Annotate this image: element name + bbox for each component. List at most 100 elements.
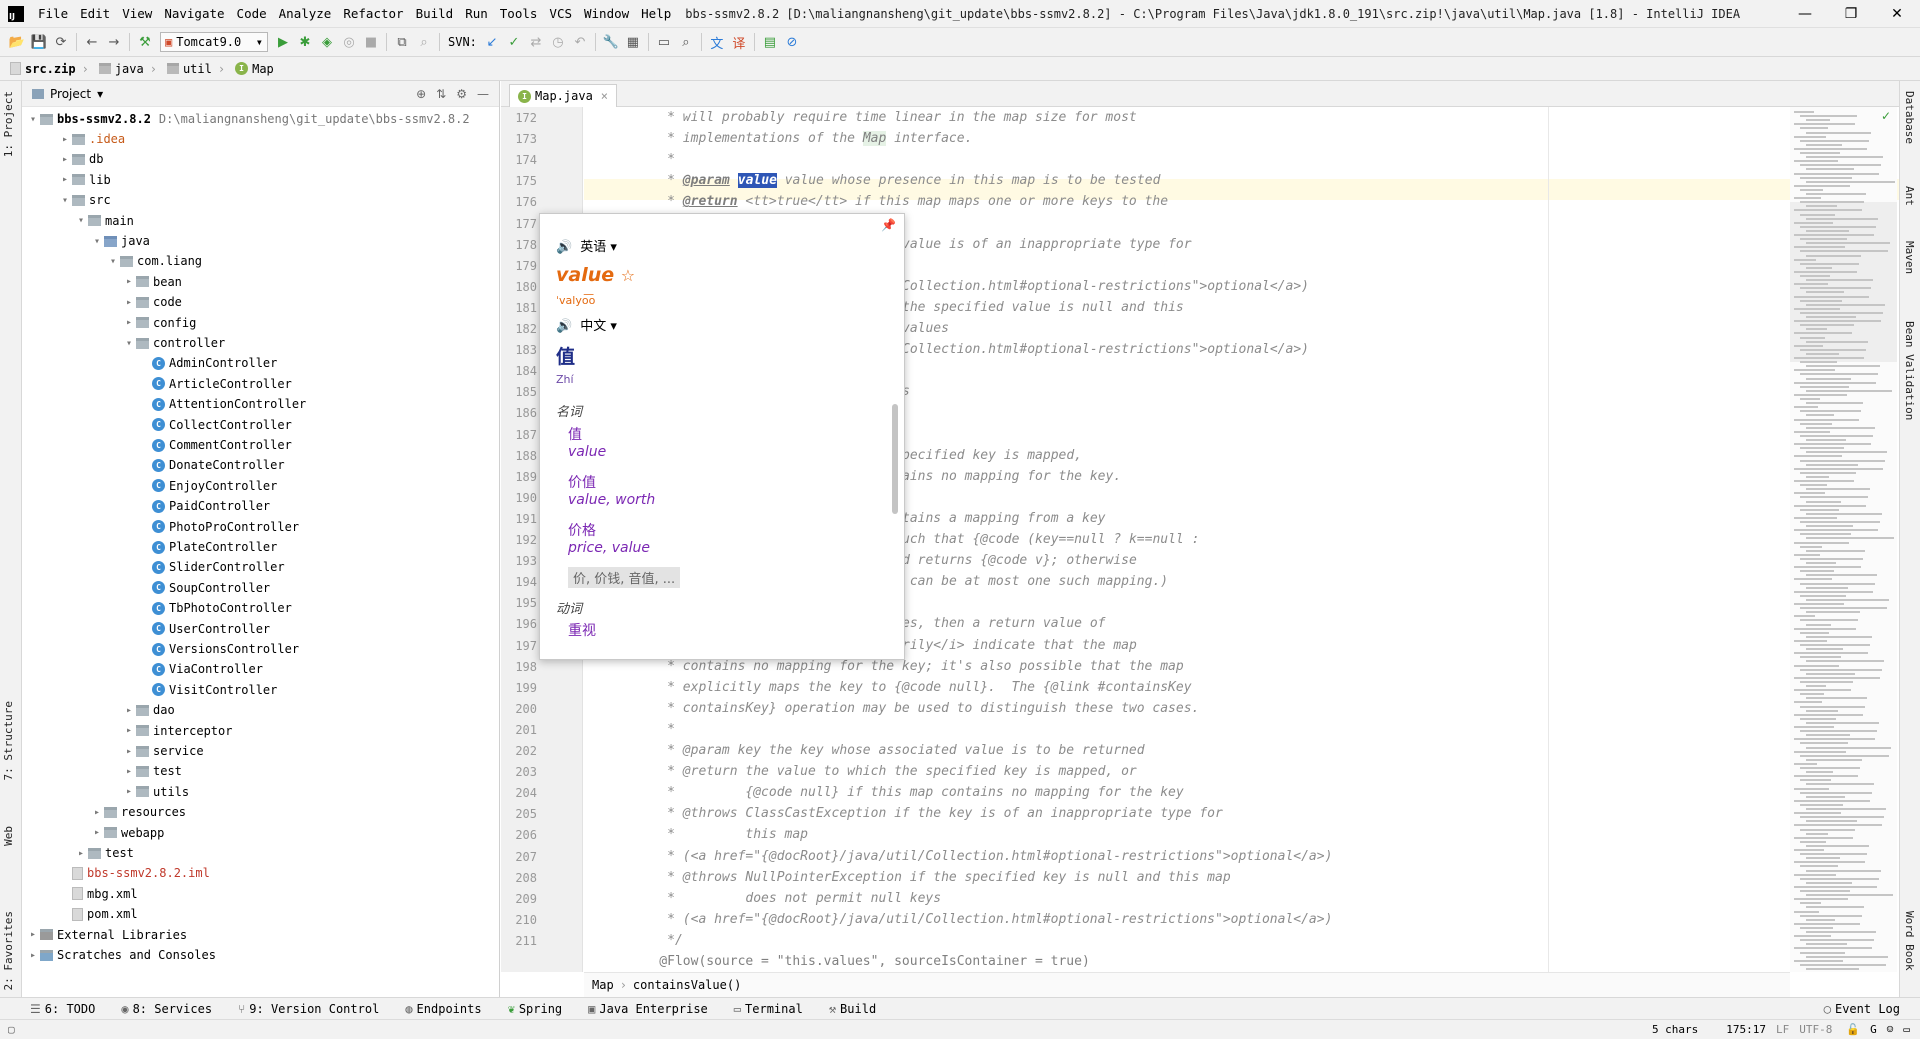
pin-icon[interactable]: 📌: [881, 218, 896, 232]
tree-class-item[interactable]: C UserController: [138, 619, 270, 639]
forward-icon[interactable]: →: [103, 31, 125, 53]
endpoints-tool-button[interactable]: ◍ Endpoints: [405, 1002, 481, 1016]
chevron-down-icon[interactable]: ▾: [74, 215, 88, 226]
chevron-right-icon[interactable]: ▸: [122, 786, 136, 797]
menu-tools[interactable]: Tools: [494, 6, 544, 21]
maven-tool-tab[interactable]: Maven: [1903, 241, 1916, 274]
chevron-right-icon[interactable]: ▸: [58, 134, 72, 145]
save-icon[interactable]: 💾: [28, 31, 50, 53]
tree-folder-item[interactable]: ▾ main: [74, 211, 134, 231]
chevron-right-icon[interactable]: ▸: [122, 766, 136, 777]
version-control-tool-button[interactable]: ⑂ 9: Version Control: [238, 1002, 379, 1016]
sense-zh-2[interactable]: 价值: [568, 472, 596, 492]
tree-file-item[interactable]: pom.xml: [58, 904, 138, 924]
speaker-icon[interactable]: 🔊: [556, 240, 572, 255]
translation-engine-icon[interactable]: G: [1870, 1023, 1877, 1036]
tree-class-item[interactable]: C PhotoProController: [138, 517, 299, 537]
tree-class-item[interactable]: C EnjoyController: [138, 476, 277, 496]
tree-folder-item[interactable]: ▸ config: [122, 313, 196, 333]
word-book-tool-tab[interactable]: Word Book: [1903, 911, 1916, 971]
svn-commit-icon[interactable]: ✓: [503, 31, 525, 53]
translate-replace-icon[interactable]: 译: [728, 31, 750, 53]
tree-class-item[interactable]: C AdminController: [138, 353, 277, 373]
chevron-right-icon[interactable]: ▸: [58, 154, 72, 165]
breadcrumb-method[interactable]: containsValue(): [633, 978, 741, 992]
menu-edit[interactable]: Edit: [74, 6, 116, 21]
tree-file-item[interactable]: bbs-ssmv2.8.2.iml: [58, 863, 210, 883]
search-deploy-icon[interactable]: ⌕: [413, 31, 435, 53]
chevron-down-icon[interactable]: ▾: [58, 195, 72, 206]
code-minimap[interactable]: ✓: [1790, 107, 1897, 972]
bean-validation-tool-tab[interactable]: Bean Validation: [1903, 321, 1916, 420]
tree-folder-item[interactable]: ▸ service: [122, 741, 204, 761]
tree-folder-item[interactable]: ▸ dao: [122, 700, 175, 720]
terminal-tool-button[interactable]: ▭ Terminal: [734, 1002, 803, 1016]
tree-folder-item[interactable]: ▸ interceptor: [122, 721, 233, 741]
menu-view[interactable]: View: [116, 6, 158, 21]
star-icon[interactable]: ☆: [621, 266, 635, 285]
svn-update-icon[interactable]: ↙: [481, 31, 503, 53]
tree-folder-item[interactable]: ▾ src: [58, 190, 111, 210]
line-separator[interactable]: LF: [1776, 1023, 1789, 1036]
tree-class-item[interactable]: C ArticleController: [138, 374, 292, 394]
chevron-right-icon[interactable]: ▸: [122, 746, 136, 757]
tree-folder-item[interactable]: ▸ test: [122, 761, 182, 781]
crumb-java[interactable]: java ›: [98, 62, 163, 76]
target-language-select[interactable]: 🔊 中文 ▾: [556, 315, 617, 334]
chevron-down-icon[interactable]: ▾: [106, 256, 120, 267]
build-tool-button[interactable]: ⚒ Build: [829, 1002, 876, 1016]
hide-panel-icon[interactable]: —: [477, 87, 489, 101]
tree-folder-item[interactable]: ▾ controller: [122, 333, 225, 353]
tree-class-item[interactable]: C CommentController: [138, 435, 292, 455]
project-view-select[interactable]: Project: [50, 87, 91, 101]
more-senses[interactable]: 价, 价钱, 音值, ...: [568, 567, 681, 588]
web-tool-tab[interactable]: Web: [2, 826, 15, 846]
popup-scrollbar[interactable]: [892, 404, 898, 514]
tree-folder-item[interactable]: ▸ resources: [90, 802, 186, 822]
tree-class-item[interactable]: C ViaController: [138, 659, 263, 679]
chevron-right-icon[interactable]: ▸: [26, 950, 40, 961]
structure-tool-tab[interactable]: 7: Structure: [2, 701, 15, 780]
chevron-right-icon[interactable]: ▸: [122, 725, 136, 736]
tree-folder-item[interactable]: ▸ External Libraries: [26, 925, 187, 945]
svn-history-icon[interactable]: ◷: [547, 31, 569, 53]
favorites-tool-tab[interactable]: 2: Favorites: [2, 911, 15, 990]
close-tab-icon[interactable]: ×: [601, 89, 608, 103]
chevron-right-icon[interactable]: ▸: [26, 929, 40, 940]
settings-wrench-icon[interactable]: 🔧: [600, 31, 622, 53]
svn-revert-icon[interactable]: ↶: [569, 31, 591, 53]
tree-class-item[interactable]: C AttentionController: [138, 394, 306, 414]
restore-icon[interactable]: ❐: [1828, 0, 1874, 28]
crumb-map[interactable]: I Map: [235, 62, 274, 76]
services-tool-button[interactable]: ◉ 8: Services: [121, 1002, 212, 1016]
tree-class-item[interactable]: C PlateController: [138, 537, 277, 557]
translate-icon[interactable]: 文: [706, 31, 728, 53]
coverage-icon[interactable]: ◈: [316, 31, 338, 53]
tree-folder-item[interactable]: ▸ bean: [122, 272, 182, 292]
tree-class-item[interactable]: C SoupController: [138, 578, 270, 598]
inspector-icon[interactable]: ☺: [1887, 1023, 1894, 1036]
crumb-util[interactable]: util ›: [166, 62, 231, 76]
tree-class-item[interactable]: C DonateController: [138, 455, 285, 475]
tree-folder-item[interactable]: ▾ java: [90, 231, 150, 251]
source-language-select[interactable]: 🔊 英语 ▾: [556, 236, 617, 255]
build-hammer-icon[interactable]: ⚒: [134, 31, 156, 53]
tree-folder-item[interactable]: ▾ com.liang: [106, 251, 202, 271]
chevron-right-icon[interactable]: ▸: [58, 174, 72, 185]
menu-analyze[interactable]: Analyze: [273, 6, 338, 21]
sense-zh-3[interactable]: 价格: [568, 520, 596, 540]
spring-tool-button[interactable]: ❦ Spring: [508, 1002, 563, 1016]
menu-build[interactable]: Build: [410, 6, 460, 21]
chevron-down-icon[interactable]: ▾: [122, 338, 136, 349]
lock-icon[interactable]: 🔓: [1846, 1023, 1860, 1036]
database-tool-tab[interactable]: Database: [1903, 91, 1916, 144]
memory-indicator-icon[interactable]: ▭: [1903, 1023, 1910, 1036]
toggle-tool-windows-icon[interactable]: ▢: [8, 1023, 15, 1036]
stop-icon[interactable]: ■: [360, 31, 382, 53]
terminal-window-icon[interactable]: ▭: [653, 31, 675, 53]
verb-sense-1[interactable]: 重视: [568, 620, 596, 640]
tab-map-java[interactable]: I Map.java ×: [509, 84, 618, 107]
tree-file-item[interactable]: mbg.xml: [58, 884, 138, 904]
tree-root[interactable]: ▾ bbs-ssmv2.8.2 D:\maliangnansheng\git_upd…: [26, 109, 470, 129]
tree-class-item[interactable]: C VisitController: [138, 680, 277, 700]
